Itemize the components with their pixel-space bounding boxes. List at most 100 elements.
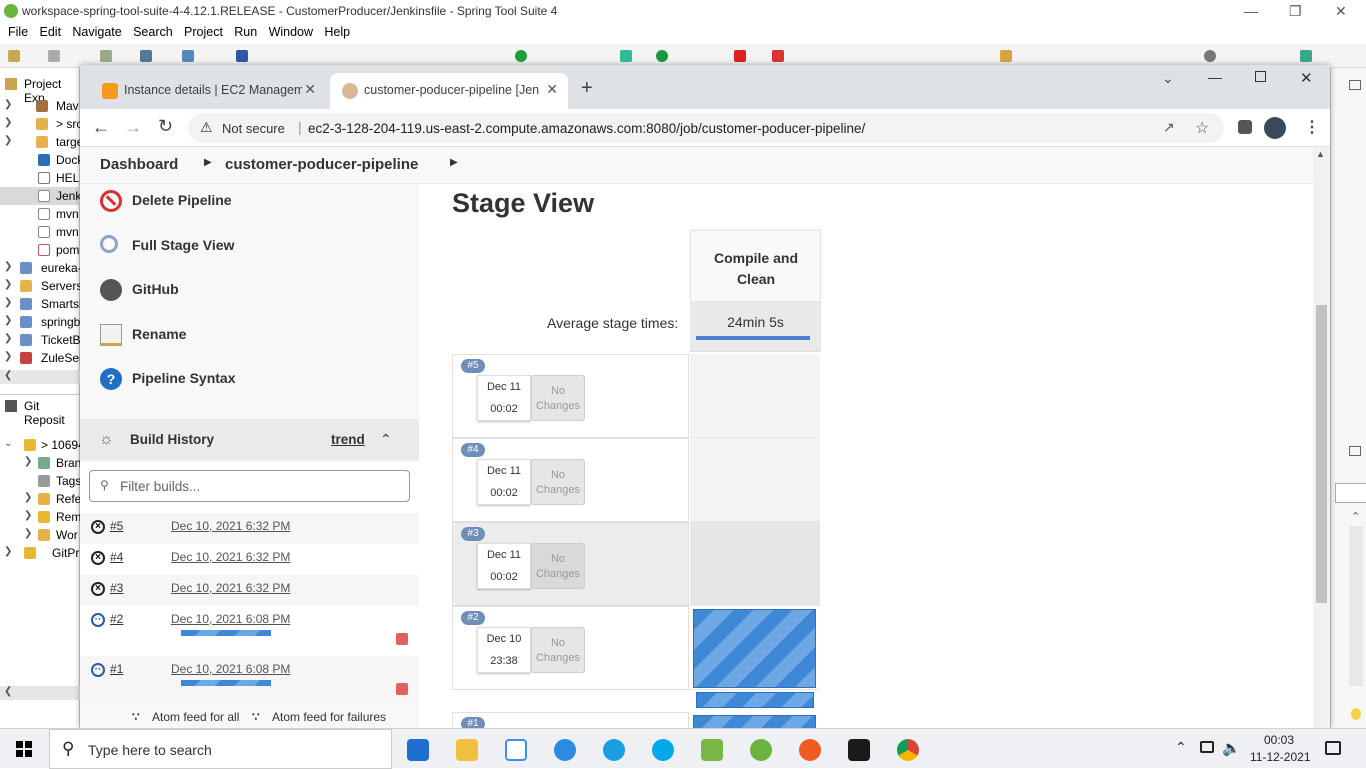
tree-item[interactable]: ❯ springb xyxy=(0,313,80,331)
maximize-icon[interactable] xyxy=(1255,71,1266,82)
bookmark-star-icon[interactable]: ☆ xyxy=(1195,118,1209,138)
store-icon[interactable] xyxy=(407,739,429,761)
stage-cell[interactable] xyxy=(690,606,820,690)
close-window-icon[interactable]: ✕ xyxy=(1300,69,1313,87)
run-row[interactable]: #5 Dec 11 00:02 No Changes xyxy=(452,354,689,438)
tree-item[interactable]: pom xyxy=(0,241,80,259)
task-github[interactable]: GitHub xyxy=(100,275,400,305)
dropbox-icon[interactable] xyxy=(505,739,527,761)
menu-run[interactable]: Run xyxy=(226,22,257,39)
omnibox[interactable]: ⚠ Not secure | ec2-3-128-204-119.us-east… xyxy=(188,113,1224,143)
restore-icon[interactable]: ❐ xyxy=(1289,3,1302,20)
tree-item[interactable]: ❯ Smartsl xyxy=(0,295,80,313)
horizontal-scrollbar[interactable]: ❮ xyxy=(0,370,80,384)
tree-item[interactable]: ❯ Bran xyxy=(0,454,80,472)
chevron-up-icon[interactable]: ⌃ xyxy=(1351,510,1360,523)
filter-builds-input[interactable]: ⚲ Filter builds... xyxy=(89,470,410,502)
settings-icon[interactable] xyxy=(140,50,152,62)
debug-icon[interactable] xyxy=(620,50,632,62)
scroll-thumb[interactable] xyxy=(1316,305,1327,603)
terminal-icon[interactable] xyxy=(236,50,248,62)
notepad-icon[interactable] xyxy=(701,739,723,761)
stage-cell[interactable] xyxy=(690,354,820,438)
run-row[interactable]: #1 xyxy=(452,712,689,728)
new-icon[interactable] xyxy=(8,50,20,62)
menu-help[interactable]: Help xyxy=(316,22,350,39)
notification-icon[interactable] xyxy=(1325,741,1341,755)
search-icon[interactable] xyxy=(1204,50,1216,62)
editor-field[interactable] xyxy=(1335,483,1366,503)
share-icon[interactable]: ↗ xyxy=(1163,119,1175,136)
tab-search-icon[interactable]: ⌄ xyxy=(1162,70,1174,87)
minimize-icon[interactable]: — xyxy=(1208,69,1222,85)
external-tools-icon[interactable] xyxy=(772,50,784,62)
back-icon[interactable]: ← xyxy=(92,117,110,138)
tab-jenkins[interactable]: customer-poducer-pipeline [Jenk ✕ xyxy=(330,73,568,109)
skype-icon[interactable] xyxy=(652,739,674,761)
menu-search[interactable]: Search xyxy=(125,22,173,39)
tree-item[interactable]: ❯ Rem xyxy=(0,508,80,526)
tab-ec2[interactable]: Instance details | EC2 Manageme ✕ xyxy=(90,73,326,109)
file-explorer-icon[interactable] xyxy=(456,739,478,761)
tree-item[interactable]: ❯ ZuleSer xyxy=(0,349,80,367)
maximize-view-icon[interactable] xyxy=(1349,446,1361,456)
task-rename[interactable]: Rename xyxy=(100,320,400,350)
tree-item[interactable]: ❯ > src xyxy=(0,115,80,133)
menu-navigate[interactable]: Navigate xyxy=(64,22,121,39)
close-tab-icon[interactable]: ✕ xyxy=(546,81,558,98)
globe-icon[interactable] xyxy=(182,50,194,62)
trend-link[interactable]: trend xyxy=(331,432,365,447)
close-icon[interactable]: ✕ xyxy=(1335,3,1347,20)
build-row[interactable]: ·· #2 Dec 10, 2021 6:08 PM xyxy=(80,606,419,656)
tree-item[interactable]: Dock xyxy=(0,151,80,169)
save-icon[interactable] xyxy=(48,50,60,62)
tree-item[interactable]: ❯ eureka- xyxy=(0,259,80,277)
taskbar-search[interactable]: ⚲ Type here to search xyxy=(49,729,392,769)
breadcrumb-dashboard[interactable]: Dashboard xyxy=(100,156,178,173)
tree-item[interactable]: mvn xyxy=(0,223,80,241)
run-row[interactable]: #3 Dec 11 00:02 No Changes xyxy=(452,522,689,606)
reload-icon[interactable]: ↻ xyxy=(158,116,173,137)
stage-cell[interactable] xyxy=(690,438,820,522)
minimize-icon[interactable]: — xyxy=(1244,3,1258,19)
open-type-icon[interactable] xyxy=(100,50,112,62)
menu-window[interactable]: Window xyxy=(261,22,313,39)
tree-item[interactable]: ⌄> 10694 xyxy=(0,436,80,454)
security-label[interactable]: Not secure xyxy=(222,121,285,136)
tree-item[interactable]: HELI xyxy=(0,169,80,187)
play-icon[interactable] xyxy=(656,50,668,62)
atom-feed-failures-link[interactable]: Atom feed for failures xyxy=(272,710,386,724)
command-prompt-icon[interactable] xyxy=(848,739,870,761)
perspective-icon[interactable] xyxy=(1300,50,1312,62)
tree-item[interactable]: ❯targe xyxy=(0,133,80,151)
build-row[interactable]: ·· #1 Dec 10, 2021 6:08 PM xyxy=(80,656,419,706)
breadcrumb-pipeline[interactable]: customer-poducer-pipeline xyxy=(225,156,418,173)
windows-start-icon[interactable] xyxy=(16,741,32,757)
run-row[interactable]: #2 Dec 10 23:38 No Changes xyxy=(452,606,689,690)
tree-item-selected[interactable]: Jenk xyxy=(0,187,80,205)
menu-project[interactable]: Project xyxy=(176,22,223,39)
build-row[interactable]: × #3 Dec 10, 2021 6:32 PM xyxy=(80,575,419,606)
tree-item[interactable]: ❯ TicketB xyxy=(0,331,80,349)
chevron-up-icon[interactable]: ⌃ xyxy=(1175,739,1187,756)
task-pipeline-syntax[interactable]: ? Pipeline Syntax xyxy=(100,364,400,394)
clock-date[interactable]: 11-12-2021 xyxy=(1250,750,1311,764)
chevron-up-icon[interactable]: ⌃ xyxy=(380,431,392,448)
tree-item[interactable]: ❯ GitPr xyxy=(0,544,80,562)
build-row[interactable]: × #5 Dec 10, 2021 6:32 PM xyxy=(80,513,419,544)
maximize-view-icon[interactable] xyxy=(1349,80,1361,90)
kebab-menu-icon[interactable]: ⋮ xyxy=(1304,117,1320,137)
back-icon[interactable] xyxy=(1000,50,1012,62)
url-text[interactable]: ec2-3-128-204-119.us-east-2.compute.amaz… xyxy=(308,121,865,136)
edge-icon[interactable] xyxy=(603,739,625,761)
stop-icon[interactable] xyxy=(734,50,746,62)
network-icon[interactable] xyxy=(1200,741,1214,753)
run-row[interactable]: #4 Dec 11 00:02 No Changes xyxy=(452,438,689,522)
cancel-build-icon[interactable] xyxy=(396,683,408,695)
task-delete-pipeline[interactable]: Delete Pipeline xyxy=(100,186,400,216)
chrome-icon[interactable] xyxy=(897,739,919,761)
close-tab-icon[interactable]: ✕ xyxy=(304,81,316,98)
stage-cell[interactable] xyxy=(690,522,820,606)
internet-explorer-icon[interactable] xyxy=(554,739,576,761)
chevron-right-icon[interactable]: ▶ xyxy=(204,157,212,168)
